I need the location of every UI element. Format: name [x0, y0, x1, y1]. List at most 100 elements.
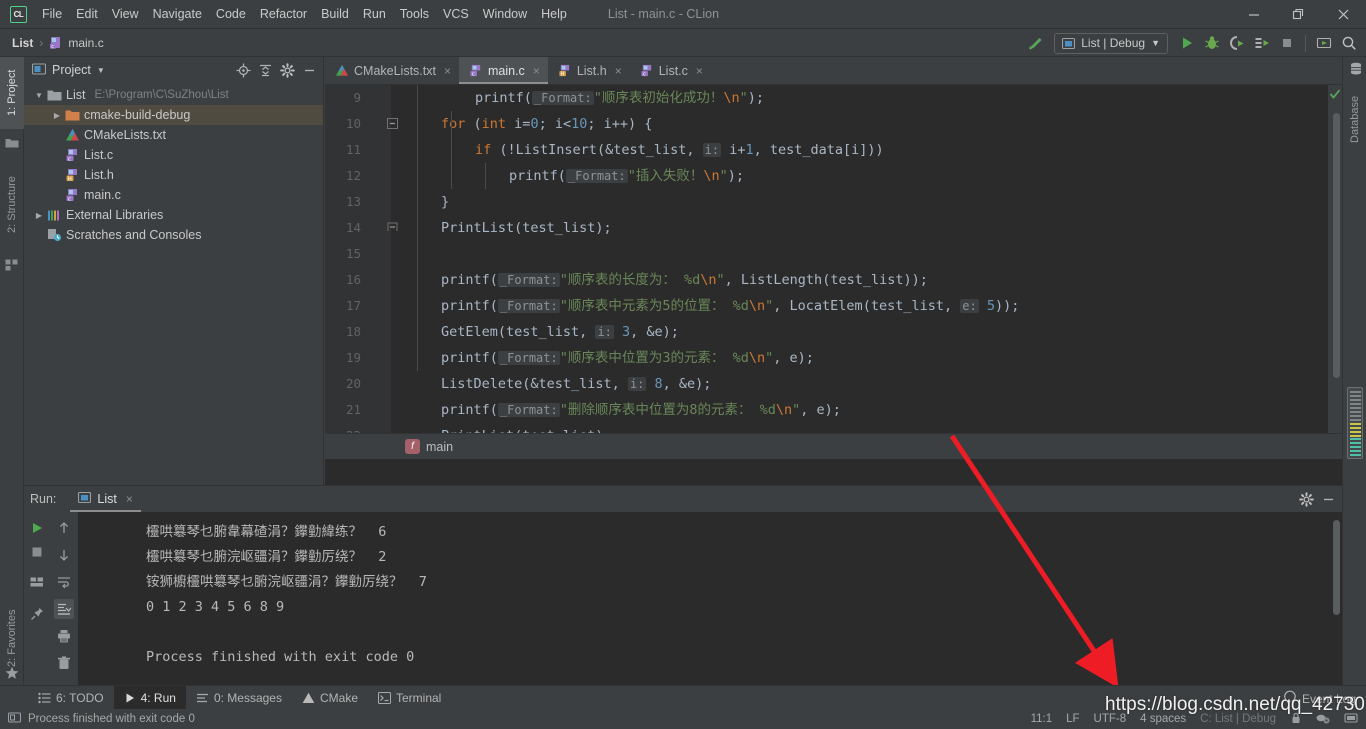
- menu-item-edit[interactable]: Edit: [69, 3, 105, 25]
- code-line[interactable]: printf(_Format:"删除顺序表中位置为8的元素： %d\n", e)…: [391, 397, 1342, 423]
- tree-node-list[interactable]: ▼ListE:\Program\C\SuZhou\List: [24, 85, 323, 105]
- indent-setting[interactable]: 4 spaces: [1140, 713, 1186, 725]
- bottom-tab-6-todo[interactable]: 6: TODO: [28, 686, 114, 710]
- menu-item-refactor[interactable]: Refactor: [253, 3, 314, 25]
- trash-icon[interactable]: [54, 653, 74, 673]
- code-line[interactable]: [391, 241, 1342, 267]
- code-line[interactable]: for (int i=0; i<10; i++) {: [391, 111, 1342, 137]
- console-output[interactable]: 欞哄簒琴乜腑韋幕碴涓？鑻勭緯练？ 6欞哄簒琴乜腑浣岖疆涓？鑻勭厉绕？ 2铵狮櫥欞…: [78, 512, 1342, 685]
- code-editor[interactable]: 910111213141516171819202122: [325, 85, 1342, 459]
- close-icon[interactable]: ×: [615, 64, 622, 78]
- status-run-config[interactable]: C: List | Debug: [1200, 713, 1276, 725]
- arrow-down-icon[interactable]: [54, 545, 74, 565]
- code-line[interactable]: ListDelete(&test_list, i: 8, &e);: [391, 371, 1342, 397]
- tree-node-list-h[interactable]: HList.h: [24, 165, 323, 185]
- close-icon[interactable]: ×: [533, 64, 540, 78]
- magnifier-icon[interactable]: [1338, 32, 1360, 54]
- sidebar-item-project[interactable]: 1: Project: [0, 57, 24, 129]
- printer-icon[interactable]: [54, 626, 74, 646]
- bottom-tab-0-messages[interactable]: 0: Messages: [186, 686, 292, 710]
- file-encoding[interactable]: UTF-8: [1094, 713, 1127, 725]
- hide-panel-icon[interactable]: [299, 60, 319, 80]
- sidebar-item-structure[interactable]: 2: Structure: [0, 159, 24, 251]
- tree-node-list-c[interactable]: cList.c: [24, 145, 323, 165]
- breadcrumb-file[interactable]: main.c: [68, 36, 103, 50]
- console-scrollbar[interactable]: [1333, 520, 1340, 615]
- editor-tab-main-c[interactable]: cmain.c×: [459, 57, 548, 84]
- close-icon[interactable]: [1321, 0, 1366, 29]
- code-line[interactable]: printf(_Format:"顺序表中位置为3的元素： %d\n", e);: [391, 345, 1342, 371]
- code-line[interactable]: PrintList(test_list);: [391, 215, 1342, 241]
- settings-gear-icon[interactable]: [1296, 489, 1316, 509]
- bottom-tab-4-run[interactable]: 4: Run: [114, 686, 186, 710]
- tree-twisty-icon[interactable]: ▼: [32, 91, 46, 100]
- stop-square-icon[interactable]: [1276, 32, 1298, 54]
- rerun-button[interactable]: [27, 518, 47, 538]
- background-tasks-icon[interactable]: [1316, 712, 1330, 727]
- editor-gutter[interactable]: 910111213141516171819202122: [325, 85, 391, 459]
- tree-node-cmake-build-debug[interactable]: ▶cmake-build-debug: [24, 105, 323, 125]
- editor-vertical-scrollbar[interactable]: [1333, 113, 1340, 378]
- code-line[interactable]: if (!ListInsert(&test_list, i: i+1, test…: [391, 137, 1342, 163]
- tree-node-scratches-and-consoles[interactable]: Scratches and Consoles: [24, 225, 323, 245]
- memory-indicator-icon[interactable]: [1344, 712, 1358, 727]
- window-icon[interactable]: [1313, 32, 1335, 54]
- code-line[interactable]: printf(_Format:"顺序表中元素为5的位置： %d\n", Loca…: [391, 293, 1342, 319]
- code-line[interactable]: }: [391, 189, 1342, 215]
- menu-item-window[interactable]: Window: [476, 3, 534, 25]
- bottom-tab-terminal[interactable]: Terminal: [368, 686, 451, 710]
- tree-node-cmakelists-txt[interactable]: CMakeLists.txt: [24, 125, 323, 145]
- close-icon[interactable]: ×: [696, 64, 703, 78]
- menu-item-code[interactable]: Code: [209, 3, 253, 25]
- tree-node-main-c[interactable]: cmain.c: [24, 185, 323, 205]
- debug-button[interactable]: [1201, 32, 1223, 54]
- menu-item-vcs[interactable]: VCS: [436, 3, 476, 25]
- profiler-icon[interactable]: [1226, 32, 1248, 54]
- run-configuration-selector[interactable]: List | Debug ▼: [1054, 33, 1168, 54]
- locate-target-icon[interactable]: [233, 60, 253, 80]
- settings-gear-icon[interactable]: [277, 60, 297, 80]
- line-separator[interactable]: LF: [1066, 713, 1079, 725]
- wrap-icon[interactable]: [54, 572, 74, 592]
- pin-icon[interactable]: [27, 604, 47, 624]
- menu-item-help[interactable]: Help: [534, 3, 574, 25]
- breadcrumb-root[interactable]: List: [12, 36, 33, 50]
- sidebar-item-database[interactable]: Database: [1343, 79, 1366, 159]
- arrow-up-icon[interactable]: [54, 518, 74, 538]
- breadcrumb-function-name[interactable]: main: [426, 440, 453, 454]
- menu-item-navigate[interactable]: Navigate: [146, 3, 209, 25]
- chevron-down-icon[interactable]: ▼: [1151, 38, 1160, 48]
- editor-tab-cmakelists-txt[interactable]: CMakeLists.txt×: [325, 57, 459, 84]
- code-content[interactable]: printf(_Format:"顺序表初始化成功！\n");for (int i…: [391, 85, 1342, 459]
- close-icon[interactable]: ×: [126, 492, 133, 506]
- editor-tab-list-c[interactable]: cList.c×: [630, 57, 711, 84]
- minimize-icon[interactable]: [1231, 0, 1276, 29]
- tree-node-external-libraries[interactable]: ▶External Libraries: [24, 205, 323, 225]
- project-tree[interactable]: ▼ListE:\Program\C\SuZhou\List▶cmake-buil…: [24, 83, 323, 245]
- layout-icon[interactable]: [27, 572, 47, 592]
- scroll-end-icon[interactable]: [54, 599, 74, 619]
- collapse-all-icon[interactable]: [255, 60, 275, 80]
- event-log-button[interactable]: Event Log: [1283, 690, 1356, 707]
- menu-item-file[interactable]: File: [35, 3, 69, 25]
- code-line[interactable]: printf(_Format:"插入失败！\n");: [391, 163, 1342, 189]
- tree-twisty-icon[interactable]: ▶: [32, 211, 46, 220]
- menu-item-tools[interactable]: Tools: [393, 3, 436, 25]
- chevron-down-icon[interactable]: ▼: [97, 66, 105, 75]
- caret-position[interactable]: 11:1: [1031, 713, 1053, 725]
- close-icon[interactable]: ×: [444, 64, 451, 78]
- menu-item-view[interactable]: View: [105, 3, 146, 25]
- menu-item-run[interactable]: Run: [356, 3, 393, 25]
- code-line[interactable]: printf(_Format:"顺序表初始化成功！\n");: [391, 85, 1342, 111]
- hide-panel-icon[interactable]: [1318, 489, 1338, 509]
- lock-icon[interactable]: [1290, 712, 1302, 727]
- attach-icon[interactable]: [1251, 32, 1273, 54]
- run-button[interactable]: [1176, 32, 1198, 54]
- menu-item-build[interactable]: Build: [314, 3, 356, 25]
- editor-tab-list-h[interactable]: HList.h×: [548, 57, 630, 84]
- stop-button[interactable]: [27, 542, 47, 562]
- bottom-tab-cmake[interactable]: CMake: [292, 686, 368, 710]
- tree-twisty-icon[interactable]: ▶: [50, 111, 64, 120]
- code-line[interactable]: GetElem(test_list, i: 3, &e);: [391, 319, 1342, 345]
- hammer-icon[interactable]: [1024, 32, 1046, 54]
